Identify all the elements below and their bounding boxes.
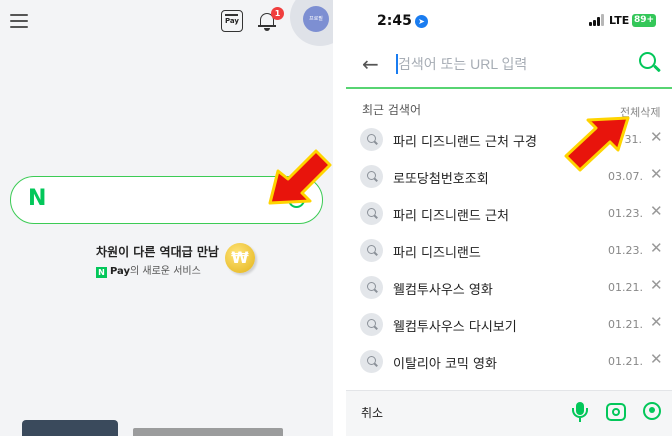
remove-item-icon[interactable]: ✕ <box>650 278 663 293</box>
history-search-icon <box>360 165 383 188</box>
recent-search-item[interactable]: 파리 디즈니랜드 01.23. ✕ <box>346 232 672 268</box>
recent-search-date: 31. <box>624 133 643 146</box>
recent-search-item[interactable]: 웰컴투사우스 영화 01.21. ✕ <box>346 269 672 305</box>
delete-all-button[interactable]: 전체삭제 <box>620 104 660 120</box>
recent-search-label[interactable]: 파리 디즈니랜드 근처 구경 <box>393 131 537 150</box>
recent-search-label[interactable]: 이탈리아 코믹 영화 <box>393 353 497 372</box>
url-bar: ← <box>346 40 672 89</box>
remove-item-icon[interactable]: ✕ <box>650 204 663 219</box>
coin-icon: ₩ <box>225 243 255 273</box>
history-search-icon <box>360 350 383 373</box>
status-time: 2:45 <box>377 13 412 29</box>
recent-search-date: 01.21. <box>608 281 643 294</box>
content-thumbnail[interactable] <box>22 420 118 436</box>
recent-search-item[interactable]: 로또당첨번호조회 03.07. ✕ <box>346 158 672 194</box>
microphone-icon[interactable] <box>569 401 591 423</box>
signal-icon <box>589 14 605 26</box>
recent-search-label[interactable]: 로또당첨번호조회 <box>393 168 489 187</box>
naver-logo: N <box>28 186 47 211</box>
network-type: LTE <box>609 14 630 27</box>
avatar[interactable]: 프로필 <box>303 6 329 32</box>
status-bar: 2:45 ➤ LTE 89+ <box>346 0 672 40</box>
history-search-icon <box>360 276 383 299</box>
hamburger-menu-icon[interactable] <box>10 14 28 28</box>
recent-search-label[interactable]: 파리 디즈니랜드 근처 <box>393 205 509 224</box>
battery-indicator: 89+ <box>632 14 656 27</box>
location-arrow-icon: ➤ <box>415 15 428 28</box>
bottom-toolbar: 취소 <box>346 390 672 436</box>
green-lens-icon[interactable] <box>288 191 305 208</box>
home-search-box[interactable]: N <box>10 176 323 224</box>
search-icon[interactable] <box>639 52 661 74</box>
remove-item-icon[interactable]: ✕ <box>650 315 663 330</box>
history-search-icon <box>360 202 383 225</box>
history-search-icon <box>360 128 383 151</box>
remove-item-icon[interactable]: ✕ <box>650 241 663 256</box>
naver-home-panel: Pay 1 프로필 N 차원이 다른 역대급 만남 N Pay의 새로운 서비스 … <box>0 0 333 436</box>
location-pin-icon[interactable] <box>641 401 663 423</box>
remove-item-icon[interactable]: ✕ <box>650 167 663 182</box>
panel-divider <box>333 0 346 436</box>
recent-search-label[interactable]: 웰컴투사우스 다시보기 <box>393 316 517 335</box>
history-search-icon <box>360 313 383 336</box>
npay-brand: Pay <box>110 266 131 277</box>
back-arrow-icon[interactable]: ← <box>362 54 379 74</box>
history-search-icon <box>360 239 383 262</box>
recent-search-date: 01.21. <box>608 318 643 331</box>
pay-icon[interactable]: Pay <box>221 10 243 32</box>
recent-search-item[interactable]: 파리 디즈니랜드 근처 구경 31. ✕ <box>346 121 672 157</box>
npay-logo-mark: N <box>96 267 107 278</box>
url-search-input[interactable] <box>398 53 618 75</box>
recent-searches-title: 최근 검색어 <box>362 103 422 117</box>
recent-search-date: 01.23. <box>608 207 643 220</box>
promo-subtext: N Pay의 새로운 서비스 <box>96 262 201 278</box>
recent-search-date: 03.07. <box>608 170 643 183</box>
recent-search-date: 01.21. <box>608 355 643 368</box>
promo-sub-text: 의 새로운 서비스 <box>130 266 201 277</box>
recent-search-label[interactable]: 웰컴투사우스 영화 <box>393 279 493 298</box>
recent-search-date: 01.23. <box>608 244 643 257</box>
recent-search-item[interactable]: 웰컴투사우스 다시보기 01.21. ✕ <box>346 306 672 342</box>
remove-item-icon[interactable]: ✕ <box>650 352 663 367</box>
recent-search-item[interactable]: 이탈리아 코믹 영화 01.21. ✕ <box>346 343 672 379</box>
notification-badge: 1 <box>271 7 284 20</box>
search-history-panel: 2:45 ➤ LTE 89+ ← 최근 검색어 전체삭제 파리 디즈니랜드 근처… <box>346 0 672 436</box>
remove-item-icon[interactable]: ✕ <box>650 130 663 145</box>
recent-search-item[interactable]: 파리 디즈니랜드 근처 01.23. ✕ <box>346 195 672 231</box>
recent-search-label[interactable]: 파리 디즈니랜드 <box>393 242 481 261</box>
cancel-button[interactable]: 취소 <box>361 404 383 421</box>
lens-camera-icon[interactable] <box>605 401 627 423</box>
content-title-cutoff <box>133 428 283 436</box>
promo-headline[interactable]: 차원이 다른 역대급 만남 <box>96 243 219 260</box>
